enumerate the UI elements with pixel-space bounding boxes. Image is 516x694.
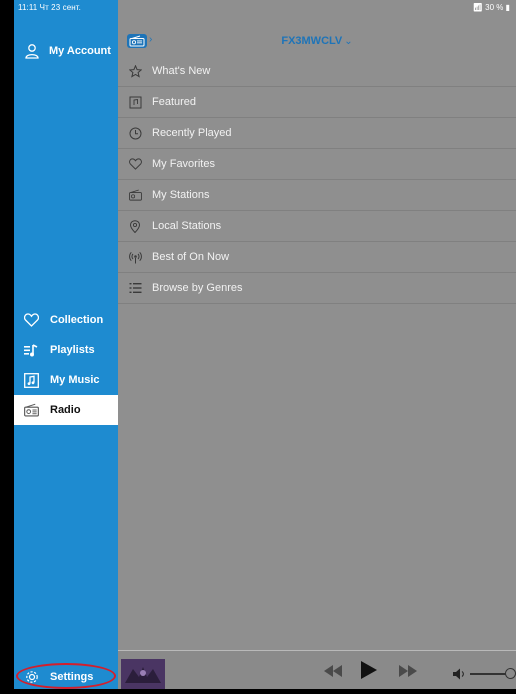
menu-item-label: Featured [152,96,197,108]
sidebar-item-label: Playlists [50,344,95,356]
menu-item-label: My Stations [152,189,210,201]
battery-icon: ▮ [505,3,510,12]
sidebar-item-label: My Music [50,374,100,386]
sidebar-item-my-music[interactable]: My Music [14,365,118,395]
volume-slider-track[interactable] [470,673,506,675]
radio-menu: What's New Featured Recently Played My F… [118,56,516,304]
menu-item-my-favorites[interactable]: My Favorites [118,149,516,180]
volume-icon[interactable] [453,667,465,685]
sidebar-item-playlists[interactable]: Playlists [14,335,118,365]
sidebar-item-label: Collection [50,314,104,326]
radio-icon [24,403,39,418]
chevron-down-icon: ⌄ [344,36,353,47]
menu-item-label: Local Stations [152,220,222,232]
station-selector[interactable]: FX3MWCLV ⌄ [118,35,516,47]
my-account-button[interactable]: My Account [24,43,111,59]
heart-icon [24,313,39,328]
menu-item-label: Browse by Genres [152,282,243,294]
menu-item-label: Best of On Now [152,251,230,263]
app-screen: 11:11 Чт 23 сент. My Account Collection … [0,0,516,689]
heart-icon [128,157,142,171]
status-time-date: 11:11 Чт 23 сент. [18,3,81,12]
featured-icon [128,95,142,109]
radio-icon [128,188,142,202]
user-icon [25,44,39,59]
fast-forward-icon[interactable] [399,664,417,682]
station-name: FX3MWCLV [281,35,343,47]
menu-item-label: What's New [152,65,211,77]
clock-icon [128,126,142,140]
sidebar: 11:11 Чт 23 сент. My Account Collection … [14,0,118,689]
highlight-annotation [16,663,116,689]
list-icon [128,281,142,295]
menu-item-local-stations[interactable]: Local Stations [118,211,516,242]
menu-item-browse-by-genres[interactable]: Browse by Genres [118,273,516,304]
wifi-icon: 📶︎ [472,3,483,12]
menu-item-recently-played[interactable]: Recently Played [118,118,516,149]
top-bar: › FX3MWCLV ⌄ [118,28,516,54]
menu-item-my-stations[interactable]: My Stations [118,180,516,211]
music-note-icon [24,372,39,388]
status-indicators: 📶︎ 30 % ▮ [473,3,510,12]
menu-item-label: Recently Played [152,127,232,139]
star-icon [128,64,142,78]
location-pin-icon [128,219,142,233]
menu-item-best-of-on-now[interactable]: Best of On Now [118,242,516,273]
volume-slider-handle[interactable] [505,668,516,679]
sidebar-item-radio[interactable]: Radio [14,395,118,425]
player-bar [118,650,516,689]
sidebar-item-collection[interactable]: Collection [14,305,118,335]
menu-item-label: My Favorites [152,158,215,170]
sidebar-item-label: Radio [50,404,81,416]
broadcast-icon [128,250,142,264]
menu-item-whats-new[interactable]: What's New [118,56,516,87]
my-account-label: My Account [49,45,111,57]
album-art[interactable] [121,659,165,689]
main-content: 📶︎ 30 % ▮ › FX3MWCLV ⌄ What's New Featur… [118,0,516,650]
battery-label: 30 % [485,3,504,12]
rewind-icon[interactable] [324,664,342,682]
play-icon[interactable] [361,661,377,684]
playlist-icon [24,343,39,358]
menu-item-featured[interactable]: Featured [118,87,516,118]
